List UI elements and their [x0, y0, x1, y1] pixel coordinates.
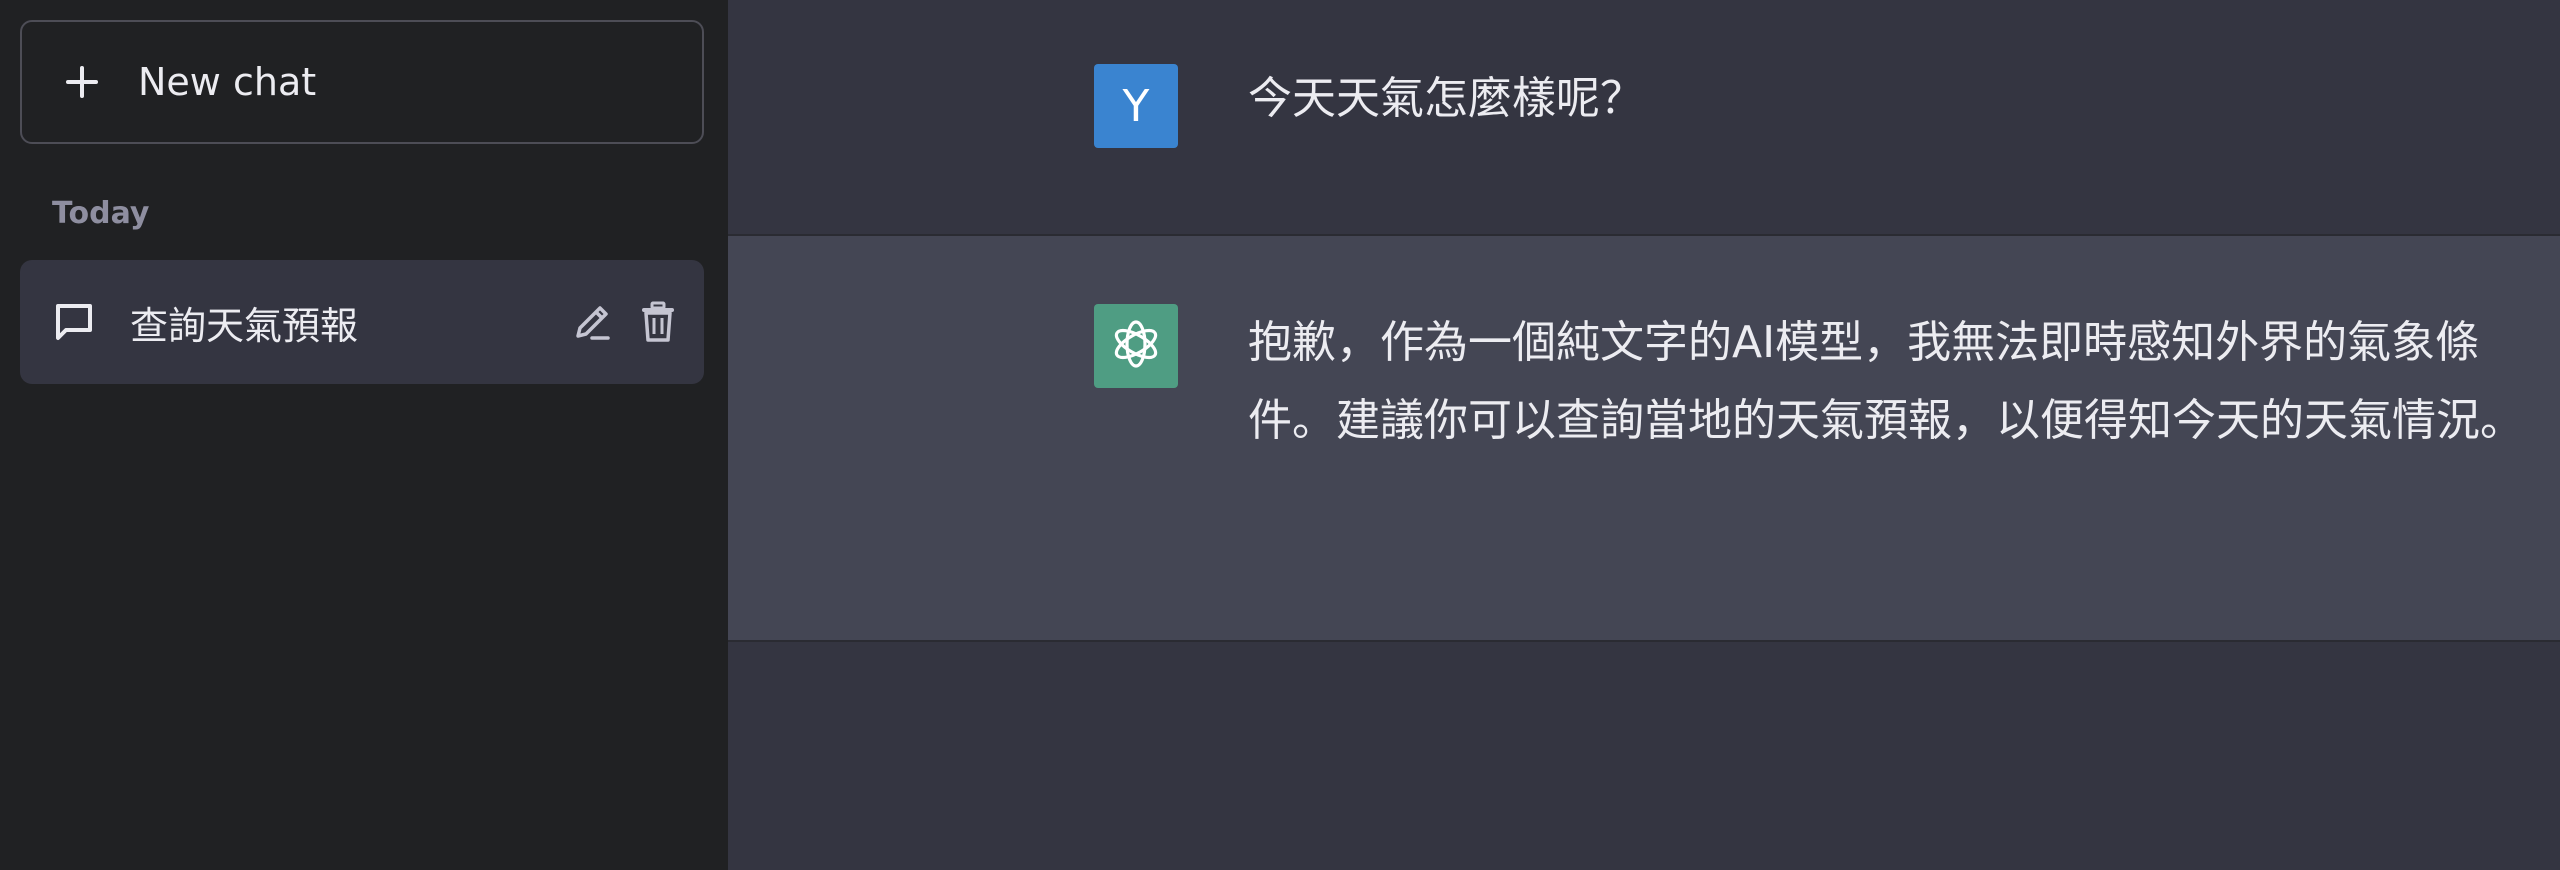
assistant-message: 抱歉，作為一個純文字的AI模型，我無法即時感知外界的氣象條件。建議你可以查詢當地…: [728, 236, 2560, 642]
chat-app: New chat Today 查詢天氣預報 Y 今天天氣怎麼樣呢？ 抱歉，作為一…: [0, 0, 2560, 870]
new-chat-button[interactable]: New chat: [20, 20, 704, 144]
sidebar: New chat Today 查詢天氣預報: [0, 0, 728, 870]
user-message-text: 今天天氣怎麼樣呢？: [1248, 73, 1644, 124]
sidebar-chat-item[interactable]: 查詢天氣預報: [20, 260, 704, 384]
user-message: Y 今天天氣怎麼樣呢？: [728, 0, 2560, 236]
chat-bubble-icon: [52, 300, 96, 344]
assistant-message-text: 抱歉，作為一個純文字的AI模型，我無法即時感知外界的氣象條件。建議你可以查詢當地…: [1248, 317, 2524, 446]
section-label-today: Today: [52, 196, 150, 231]
user-avatar: Y: [1094, 64, 1178, 148]
chat-item-title: 查詢天氣預報: [130, 303, 359, 348]
conversation-panel: Y 今天天氣怎麼樣呢？ 抱歉，作為一個純文字的AI模型，我無法即時感知外界的氣象…: [728, 0, 2560, 870]
assistant-avatar: [1094, 304, 1178, 388]
plus-icon: [64, 64, 100, 100]
trash-icon[interactable]: [634, 298, 682, 346]
pencil-icon[interactable]: [568, 298, 616, 346]
new-chat-label: New chat: [138, 60, 317, 104]
openai-logo-icon: [1106, 314, 1166, 378]
